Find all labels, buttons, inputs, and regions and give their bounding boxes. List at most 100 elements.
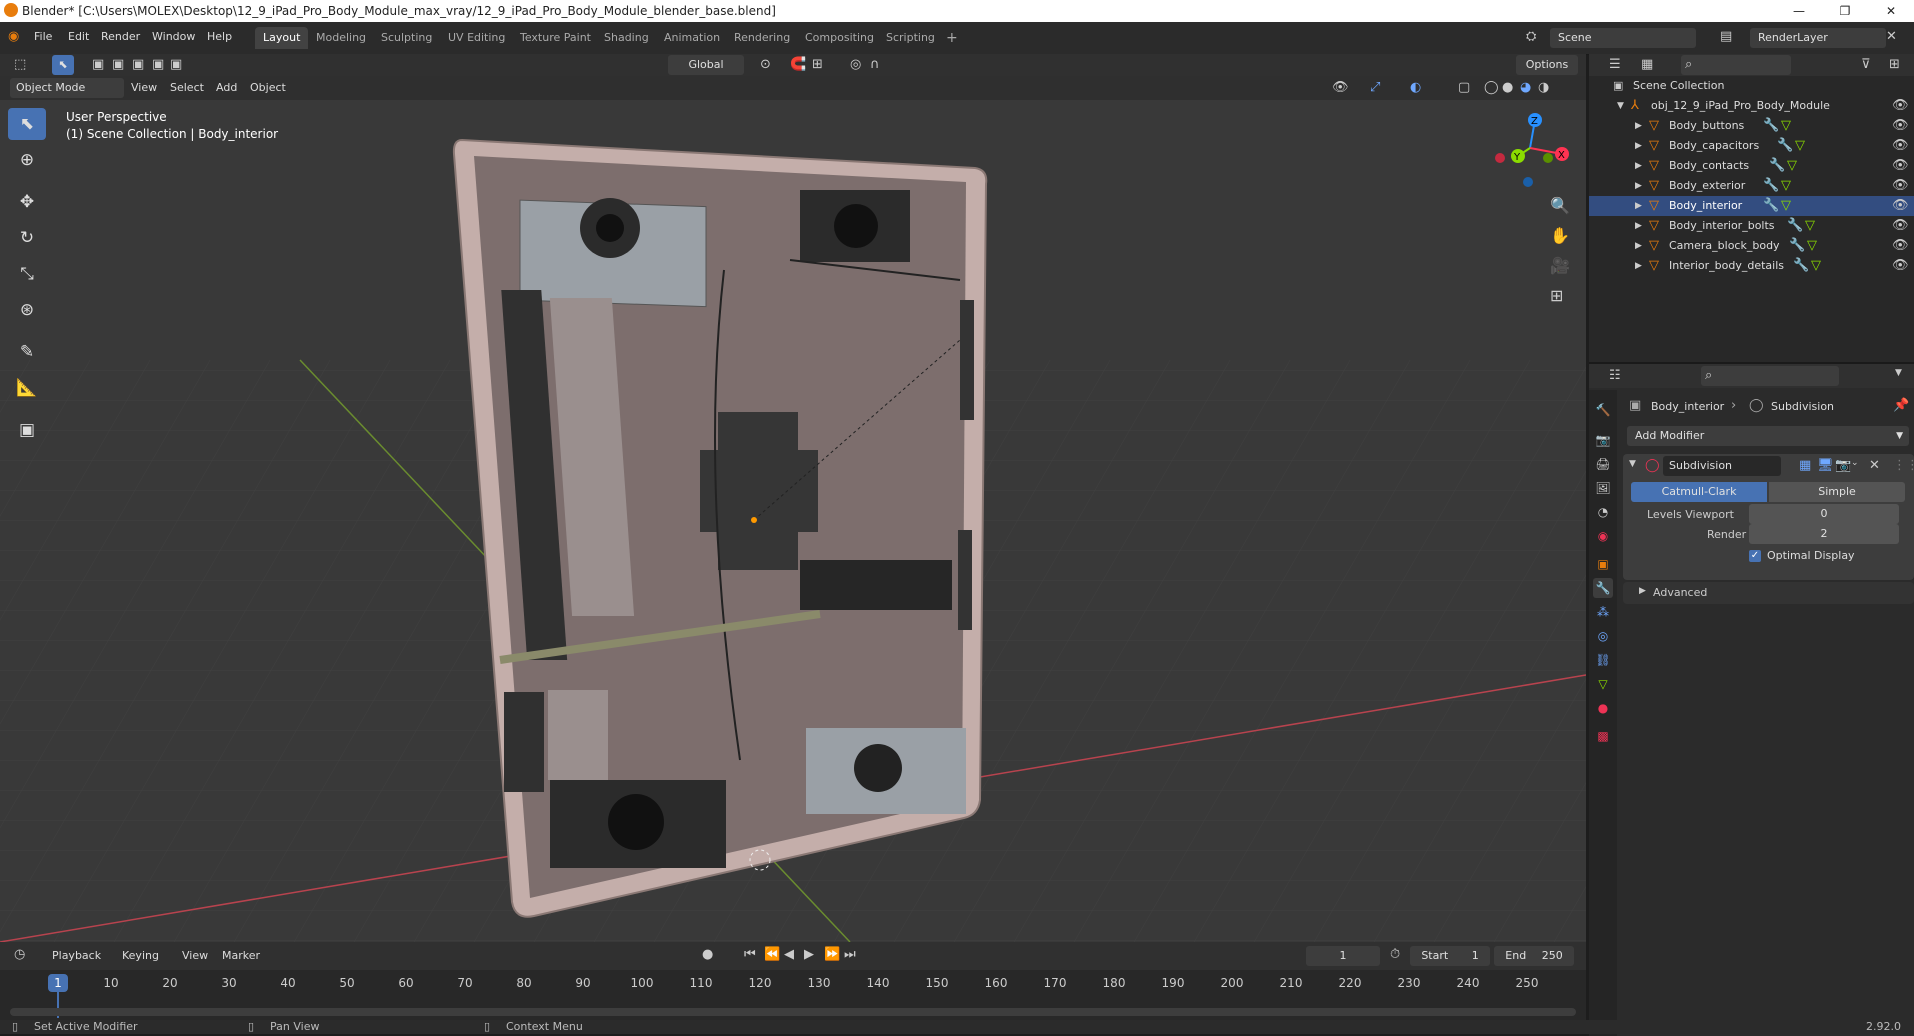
modifier-wrench-icon[interactable]: 🔧 [1777, 136, 1793, 156]
properties-editor-type-icon[interactable]: ☷ [1609, 368, 1621, 383]
camera-view-icon[interactable]: 🎥 [1550, 256, 1570, 275]
menu-render[interactable]: Render [101, 30, 140, 43]
timeline-scrollbar[interactable] [10, 1008, 1576, 1016]
tab-modeling[interactable]: Modeling [308, 27, 374, 49]
pivot-point-icon[interactable]: ⊙ [760, 57, 771, 72]
drag-handle-icon[interactable]: ⋮⋮ [1893, 458, 1914, 473]
viewport-menu-select[interactable]: Select [170, 81, 204, 94]
tab-animation[interactable]: Animation [656, 27, 728, 49]
editor-type-icon[interactable]: ⬚ [14, 57, 26, 72]
timeline-menu-playback[interactable]: Playback [52, 949, 101, 962]
catmull-clark-option[interactable]: Catmull-Clark [1631, 482, 1767, 502]
outliner-scene-collection[interactable]: ▣ Scene Collection [1589, 76, 1914, 96]
viewport-menu-add[interactable]: Add [216, 81, 237, 94]
visibility-eye-icon[interactable]: 👁 [1892, 136, 1909, 156]
expand-arrow-icon[interactable]: ▶ [1635, 116, 1642, 136]
xray-icon[interactable]: ▢ [1458, 80, 1470, 95]
options-dropdown[interactable]: Options [1516, 55, 1578, 75]
frame-cursor[interactable]: 1 [48, 974, 68, 992]
material-tab-icon[interactable]: ● [1593, 698, 1613, 718]
mesh-data-icon[interactable]: ▽ [1781, 176, 1791, 196]
scene-properties-tab-icon[interactable]: ◔ [1593, 502, 1613, 522]
mesh-data-icon[interactable]: ▽ [1811, 256, 1821, 276]
wireframe-shading-icon[interactable]: ◯ [1484, 80, 1499, 95]
overlay-toggle-icon[interactable]: ◐ [1410, 80, 1421, 95]
select-mode-invert-icon[interactable]: ▣ [170, 57, 182, 72]
filter-icon[interactable]: ⊽ [1861, 57, 1871, 72]
viewport-display-toggle-icon[interactable]: 🖥 [1817, 458, 1834, 473]
mesh-data-tab-icon[interactable]: ▽ [1593, 674, 1613, 694]
mesh-data-icon[interactable]: ▽ [1807, 236, 1817, 256]
timeline-menu-marker[interactable]: Marker [222, 949, 260, 962]
proportional-falloff-icon[interactable]: ∩ [870, 57, 880, 72]
levels-viewport-field[interactable]: 0 [1749, 504, 1899, 524]
play-reverse-icon[interactable]: ◀ [784, 947, 794, 962]
orthographic-toggle-icon[interactable]: ⊞ [1550, 286, 1563, 305]
modifier-properties-tab-icon[interactable]: 🔧 [1593, 578, 1613, 598]
outliner-object-root[interactable]: ▼ ⅄ obj_12_9_iPad_Pro_Body_Module 👁 [1589, 96, 1914, 116]
menu-edit[interactable]: Edit [68, 30, 89, 43]
zoom-icon[interactable]: 🔍 [1550, 196, 1570, 215]
start-frame-field[interactable]: Start 1 [1410, 946, 1490, 966]
select-mode-intersect-icon[interactable]: ▣ [152, 57, 164, 72]
snap-icon[interactable]: 🧲 [790, 57, 806, 72]
object-properties-tab-icon[interactable]: ▣ [1593, 554, 1613, 574]
tab-rendering[interactable]: Rendering [726, 27, 798, 49]
viewport-menu-view[interactable]: View [131, 81, 157, 94]
outliner-item[interactable]: ▶ ▽ Body_exterior 🔧 ▽ 👁 [1589, 176, 1914, 196]
modifier-wrench-icon[interactable]: 🔧 [1769, 156, 1785, 176]
chevron-down-icon[interactable]: ⌄ [1851, 458, 1859, 468]
remove-modifier-icon[interactable]: ✕ [1869, 458, 1880, 473]
jump-start-icon[interactable]: ⏮ [744, 947, 756, 962]
annotate-tool-icon[interactable]: ✎ [8, 336, 46, 368]
tab-sculpting[interactable]: Sculpting [373, 27, 440, 49]
move-tool-icon[interactable]: ✥ [8, 186, 46, 218]
pin-icon[interactable]: 📌 [1893, 398, 1909, 413]
display-mode-icon[interactable]: ▦ [1641, 57, 1653, 72]
expand-arrow-icon[interactable]: ▶ [1639, 586, 1646, 596]
auto-keying-icon[interactable]: ● [702, 947, 713, 962]
modifier-name-input[interactable]: Subdivision [1663, 456, 1781, 476]
transform-tool-icon[interactable]: ⊛ [8, 294, 46, 326]
menu-help[interactable]: Help [207, 30, 232, 43]
close-window-button[interactable]: ✕ [1868, 0, 1914, 22]
optimal-display-checkbox[interactable]: ✓ [1749, 550, 1761, 562]
menu-window[interactable]: Window [152, 30, 195, 43]
object-visibility-icon[interactable]: 👁 [1332, 80, 1349, 95]
edit-mode-toggle-icon[interactable]: ▦ [1799, 458, 1811, 473]
outliner-item[interactable]: ▶ ▽ Body_capacitors 🔧 ▽ 👁 [1589, 136, 1914, 156]
visibility-eye-icon[interactable]: 👁 [1892, 256, 1909, 276]
add-cube-tool-icon[interactable]: ▣ [8, 414, 46, 446]
outliner-search-input[interactable]: ⌕ [1681, 55, 1791, 75]
pan-hand-icon[interactable]: ✋ [1550, 226, 1570, 245]
expand-arrow-icon[interactable]: ▶ [1635, 156, 1642, 176]
outliner-item[interactable]: ▶ ▽ Body_buttons 🔧 ▽ 👁 [1589, 116, 1914, 136]
expand-arrow-icon[interactable]: ▶ [1635, 256, 1642, 276]
select-mode-subtract-icon[interactable]: ▣ [132, 57, 144, 72]
snap-target-icon[interactable]: ⊞ [812, 57, 823, 72]
end-frame-field[interactable]: End 250 [1494, 946, 1574, 966]
measure-tool-icon[interactable]: 📐 [8, 372, 46, 404]
outliner-item[interactable]: ▶ ▽ Interior_body_details 🔧 ▽ 👁 [1589, 256, 1914, 276]
texture-tab-icon[interactable]: ▩ [1593, 726, 1613, 746]
tool-properties-tab-icon[interactable]: 🔨 [1593, 400, 1613, 420]
tab-texture-paint[interactable]: Texture Paint [512, 27, 599, 49]
simple-option[interactable]: Simple [1769, 482, 1905, 502]
rotate-tool-icon[interactable]: ↻ [8, 222, 46, 254]
ipad-body-model[interactable] [452, 138, 988, 918]
mesh-data-icon[interactable]: ▽ [1781, 116, 1791, 136]
stopwatch-icon[interactable]: ⏱ [1390, 947, 1400, 962]
select-mode-extend-icon[interactable]: ▣ [112, 57, 124, 72]
jump-end-icon[interactable]: ⏭ [844, 947, 856, 962]
render-levels-field[interactable]: 2 [1749, 524, 1899, 544]
scene-selector[interactable]: Scene [1550, 28, 1696, 48]
modifier-wrench-icon[interactable]: 🔧 [1763, 176, 1779, 196]
expand-arrow-icon[interactable]: ▶ [1635, 136, 1642, 156]
collapse-arrow-icon[interactable]: ▼ [1629, 459, 1636, 469]
menu-file[interactable]: File [34, 30, 52, 43]
view-layer-tab-icon[interactable]: 🖼 [1593, 478, 1613, 498]
visibility-eye-icon[interactable]: 👁 [1892, 196, 1909, 216]
tab-layout[interactable]: Layout [255, 27, 309, 49]
world-properties-tab-icon[interactable]: ◉ [1593, 526, 1613, 546]
rendered-shading-icon[interactable]: ◑ [1538, 80, 1549, 95]
